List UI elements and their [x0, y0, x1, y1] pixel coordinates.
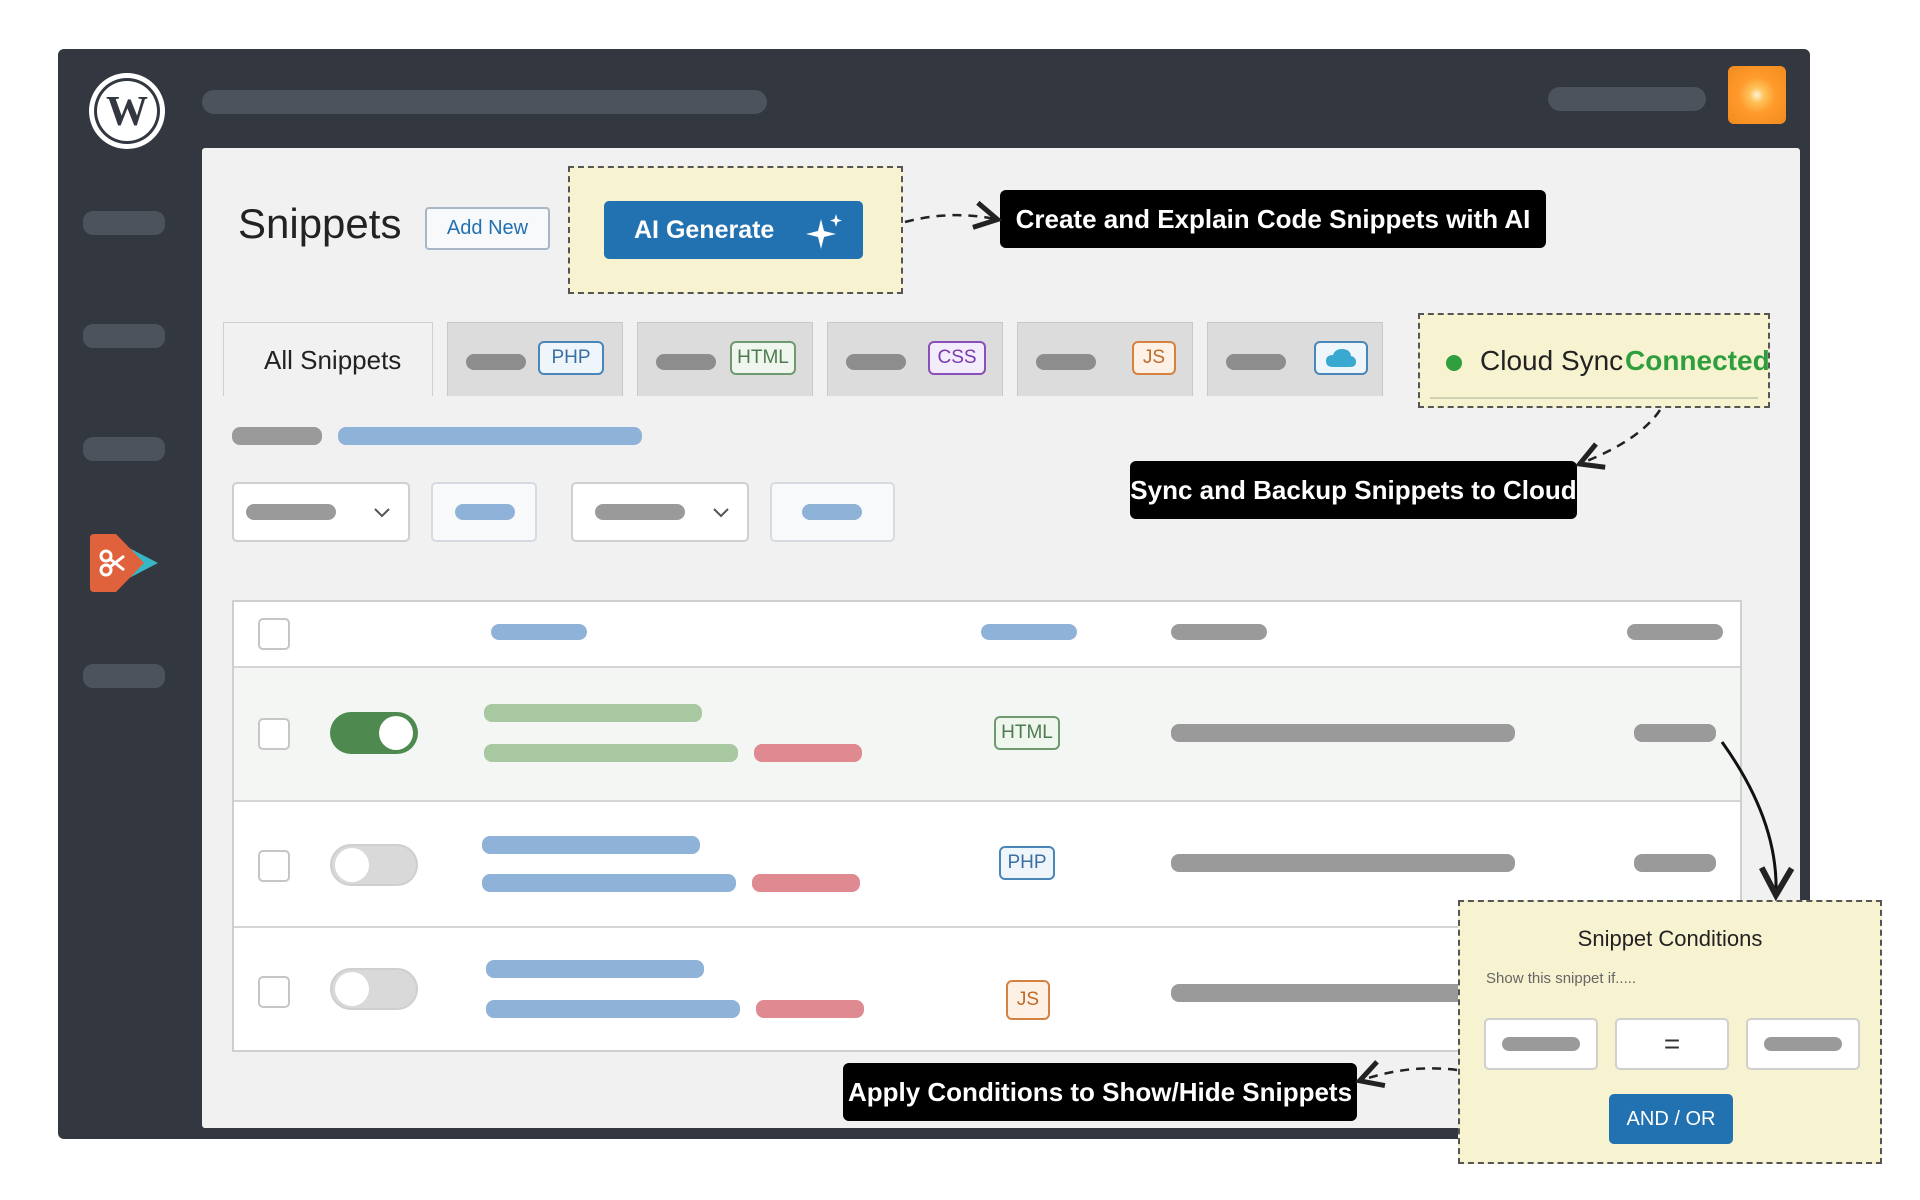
- tab-php[interactable]: PHP: [447, 322, 623, 396]
- filter-button[interactable]: [431, 482, 537, 542]
- status-dot: [1446, 355, 1462, 371]
- tab-js[interactable]: JS: [1017, 322, 1193, 396]
- select-all-checkbox[interactable]: [258, 618, 290, 650]
- ai-generate-button[interactable]: AI Generate: [604, 201, 863, 259]
- admin-top-bar: [202, 90, 767, 114]
- condition-operator[interactable]: =: [1615, 1018, 1729, 1070]
- cloud-sync-box: Cloud Sync Connected: [1418, 313, 1770, 408]
- snippet-delete[interactable]: [756, 1000, 864, 1018]
- tab-all-snippets[interactable]: All Snippets: [223, 322, 433, 396]
- snippet-conditions-box: Snippet Conditions Show this snippet if.…: [1458, 900, 1882, 1164]
- snippet-title[interactable]: [482, 836, 700, 854]
- snippet-date: [1634, 724, 1716, 742]
- dropdown-value: [595, 504, 685, 520]
- snippet-delete[interactable]: [752, 874, 860, 892]
- filter-dropdown[interactable]: [571, 482, 749, 542]
- condition-field[interactable]: [1484, 1018, 1598, 1070]
- column-header-description: [1171, 624, 1267, 640]
- wordpress-logo[interactable]: W: [86, 70, 168, 152]
- table-row[interactable]: HTML: [234, 666, 1740, 800]
- conditions-title: Snippet Conditions: [1577, 926, 1763, 951]
- account-menu[interactable]: [1548, 87, 1706, 111]
- tab-placeholder: [466, 354, 526, 370]
- snippet-action[interactable]: [486, 1000, 740, 1018]
- row-checkbox[interactable]: [258, 718, 290, 750]
- tab-placeholder: [1036, 354, 1096, 370]
- cloud-icon: [1314, 341, 1368, 375]
- tab-css[interactable]: CSS: [827, 322, 1003, 396]
- column-header-date: [1627, 624, 1723, 640]
- snippet-action[interactable]: [484, 744, 738, 762]
- filter-button-label: [455, 504, 515, 520]
- placeholder-link[interactable]: [338, 427, 642, 445]
- avatar[interactable]: [1728, 66, 1786, 124]
- js-tag: JS: [1132, 341, 1176, 375]
- filter-dropdown[interactable]: [232, 482, 410, 542]
- snippet-action[interactable]: [482, 874, 736, 892]
- add-new-button[interactable]: Add New: [425, 207, 550, 250]
- condition-field-value: [1502, 1037, 1580, 1051]
- type-tag: JS: [1006, 980, 1050, 1020]
- snippet-title[interactable]: [484, 704, 702, 722]
- cloud-box-divider: [1430, 397, 1758, 399]
- page-title: Snippets: [238, 200, 402, 247]
- active-toggle[interactable]: [330, 968, 418, 1010]
- tab-placeholder: [656, 354, 716, 370]
- condition-value[interactable]: [1746, 1018, 1860, 1070]
- sidebar-item[interactable]: [83, 324, 165, 348]
- snippet-delete[interactable]: [754, 744, 862, 762]
- column-header-type[interactable]: [981, 624, 1077, 640]
- tab-all-snippets-label: All Snippets: [264, 345, 402, 375]
- row-checkbox[interactable]: [258, 976, 290, 1008]
- snippet-title[interactable]: [486, 960, 704, 978]
- chevron-down-icon: [713, 508, 729, 518]
- cloud-callout: Sync and Backup Snippets to Cloud: [1130, 461, 1577, 519]
- conditions-subtitle: Show this snippet if.....: [1486, 970, 1637, 987]
- toggle-knob: [335, 972, 369, 1006]
- active-toggle[interactable]: [330, 712, 418, 754]
- ai-callout: Create and Explain Code Snippets with AI: [1000, 190, 1546, 248]
- row-checkbox[interactable]: [258, 850, 290, 882]
- ai-generate-label: AI Generate: [634, 215, 775, 244]
- active-toggle[interactable]: [330, 844, 418, 886]
- type-tag: PHP: [999, 846, 1055, 880]
- and-or-button[interactable]: AND / OR: [1609, 1094, 1733, 1144]
- toggle-knob: [335, 848, 369, 882]
- tab-placeholder: [846, 354, 906, 370]
- sparkle-icon: [806, 214, 842, 249]
- php-tag: PHP: [538, 341, 604, 375]
- column-header-name[interactable]: [491, 624, 587, 640]
- type-tag: HTML: [994, 716, 1060, 750]
- condition-value-input: [1764, 1037, 1842, 1051]
- svg-text:W: W: [106, 89, 148, 135]
- placeholder-text: [232, 427, 322, 445]
- filter-button-label: [802, 504, 862, 520]
- tab-cloud[interactable]: [1207, 322, 1383, 396]
- sidebar-item[interactable]: [83, 437, 165, 461]
- filter-button[interactable]: [770, 482, 895, 542]
- tab-placeholder: [1226, 354, 1286, 370]
- sidebar-item[interactable]: [83, 211, 165, 235]
- snippet-description: [1171, 724, 1515, 742]
- css-tag: CSS: [928, 341, 986, 375]
- chevron-down-icon: [374, 508, 390, 518]
- tab-html[interactable]: HTML: [637, 322, 813, 396]
- sidebar-item[interactable]: [83, 664, 165, 688]
- snippet-date: [1634, 854, 1716, 872]
- toggle-knob: [379, 716, 413, 750]
- dropdown-value: [246, 504, 336, 520]
- conditions-callout: Apply Conditions to Show/Hide Snippets: [843, 1063, 1357, 1121]
- html-tag: HTML: [730, 341, 796, 375]
- scissors-play-logo[interactable]: [86, 530, 164, 596]
- cloud-sync-label: Cloud Sync: [1480, 345, 1624, 376]
- cloud-sync-status: Connected: [1625, 345, 1770, 376]
- snippet-description: [1171, 854, 1515, 872]
